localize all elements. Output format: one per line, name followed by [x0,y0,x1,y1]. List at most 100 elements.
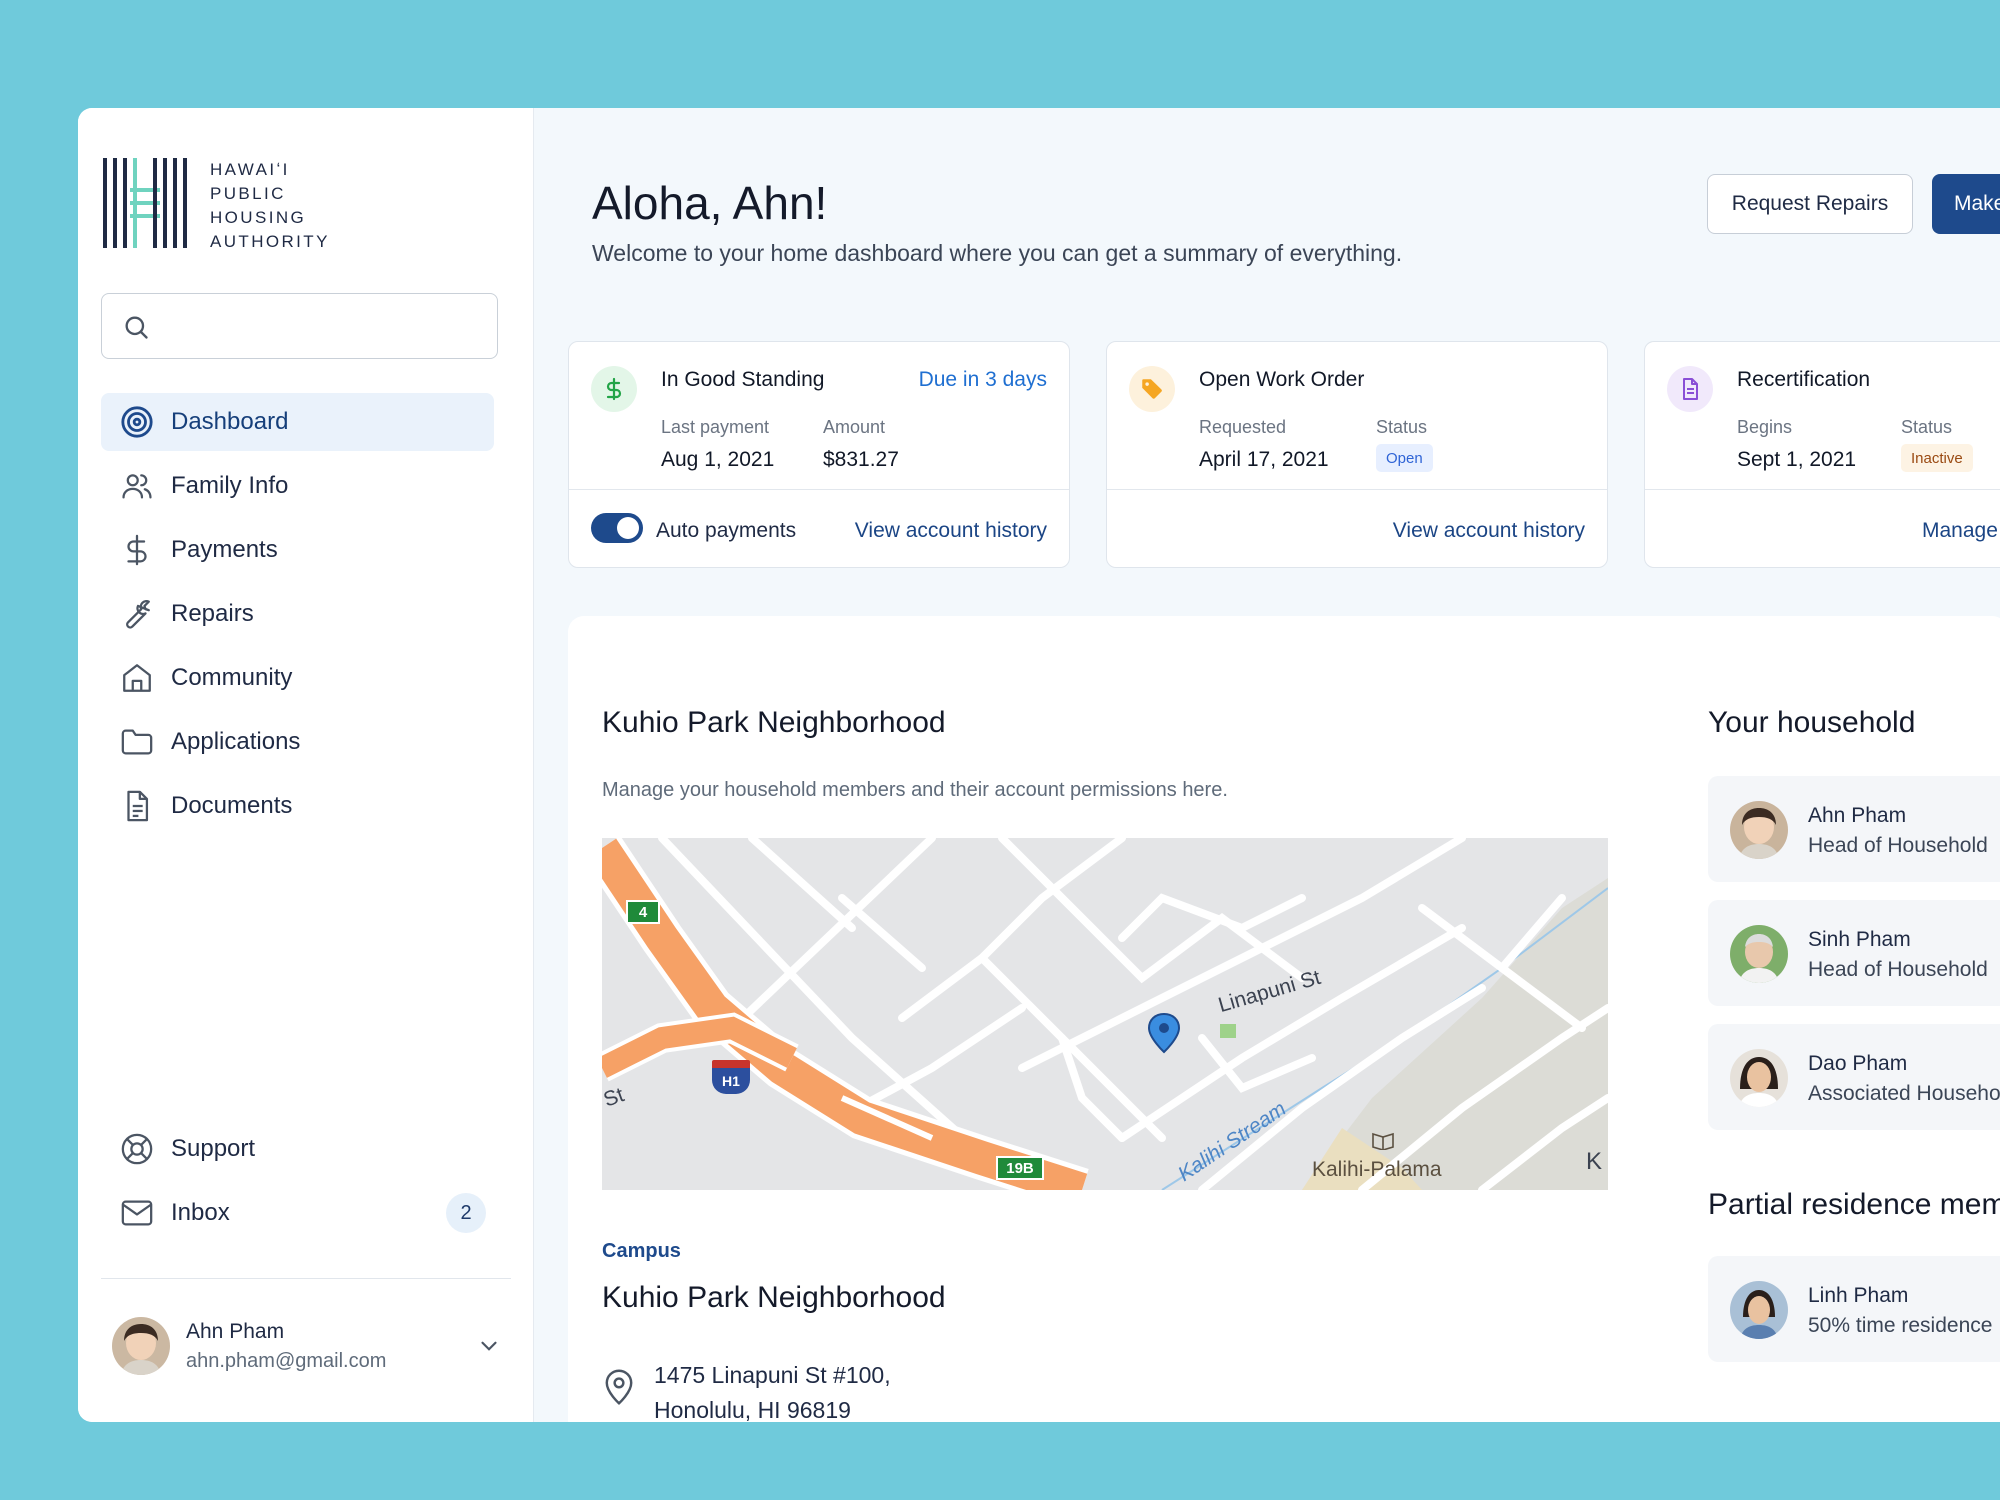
tag-icon [1129,366,1175,412]
folder-icon [119,724,155,760]
dollar-icon [119,532,155,568]
dollar-icon [591,366,637,412]
request-repairs-button[interactable]: Request Repairs [1707,174,1913,234]
campus-label: Campus [602,1240,681,1262]
neighborhood-subtitle: Manage your household members and their … [602,779,1228,801]
begins-label: Begins [1737,417,1793,437]
standing-card: In Good Standing Due in 3 days Last paym… [568,341,1070,568]
household-member-card[interactable]: Ahn Pham Head of Household [1708,776,2000,882]
sidebar-divider [101,1278,511,1279]
search-icon [125,316,148,339]
org-name: HAWAIʻI PUBLIC HOUSING AUTHORITY [210,158,330,254]
route-shield-4: 4 [626,900,660,924]
card-title: Open Work Order [1199,368,1365,391]
org-name-line: HAWAIʻI [210,160,290,179]
manage-link[interactable]: Manage [1922,519,1998,543]
work-order-card: Open Work Order Requested Status April 1… [1106,341,1608,568]
user-name: Ahn Pham [186,1319,285,1343]
inbox-count-badge: 2 [446,1193,486,1233]
sidebar-item-repairs[interactable]: Repairs [101,585,494,643]
sidebar-item-dashboard[interactable]: Dashboard [101,393,494,451]
member-avatar [1730,801,1788,859]
member-role: Associated Household Me [1808,1082,2000,1105]
status-badge: Open [1376,444,1433,472]
campus-address: 1475 Linapuni St #100, Honolulu, HI 9681… [654,1358,891,1422]
status-label: Status [1376,417,1428,437]
neighborhood-panel: Kuhio Park Neighborhood Manage your hous… [568,616,2000,1422]
member-name: Sinh Pham [1808,928,1911,951]
user-avatar [112,1317,170,1375]
sidebar-item-label: Family Info [171,472,289,499]
address-line: 1475 Linapuni St #100, [654,1362,891,1388]
sidebar-item-label: Repairs [171,600,254,627]
sidebar-item-payments[interactable]: Payments [101,521,494,579]
member-name: Dao Pham [1808,1052,1908,1075]
due-date-link[interactable]: Due in 3 days [919,368,1047,392]
target-icon [119,404,155,440]
sidebar: HAWAIʻI PUBLIC HOUSING AUTHORITY Dashboa… [78,108,534,1422]
view-account-history-link[interactable]: View account history [1393,519,1585,543]
neighborhood-map[interactable]: 4 H1 19B Linapuni St St Kalihi Stream Ka… [602,838,1608,1190]
begins-value: Sept 1, 2021 [1737,448,1857,471]
interstate-shield-h1: H1 [712,1060,750,1094]
last-payment-label: Last payment [661,417,770,437]
map-edge-label: K [1586,1148,1603,1175]
sidebar-item-label: Inbox [171,1199,230,1226]
member-avatar [1730,925,1788,983]
sidebar-item-support[interactable]: Support [101,1120,494,1178]
household-member-card[interactable]: Sinh Pham Head of Household [1708,900,2000,1006]
org-name-line: HOUSING [210,208,307,227]
household-member-card[interactable]: Dao Pham Associated Household Me [1708,1024,2000,1130]
wrench-icon [119,596,155,632]
landmark-icon [1371,1130,1395,1155]
status-badge: Inactive [1901,444,1973,472]
neighborhood-title: Kuhio Park Neighborhood [602,706,946,739]
partial-residence-title: Partial residence member [1708,1188,2000,1221]
sidebar-item-family-info[interactable]: Family Info [101,457,494,515]
lifebuoy-icon [119,1131,155,1167]
campus-name: Kuhio Park Neighborhood [602,1281,946,1314]
auto-payments-toggle[interactable] [591,513,643,543]
view-account-history-link[interactable]: View account history [855,519,1047,543]
amount-value: $831.27 [823,448,899,471]
card-summary: In Good Standing Due in 3 days Last paym… [569,342,1069,490]
partial-member-card[interactable]: Linh Pham 50% time residence [1708,1256,2000,1362]
org-name-line: AUTHORITY [210,232,330,251]
search-input[interactable] [101,293,498,359]
member-role: Head of Household [1808,834,1988,857]
hpha-logo-icon [102,158,198,248]
page-title: Aloha, Ahn! [592,177,828,229]
sidebar-item-label: Payments [171,536,278,563]
document-icon [119,788,155,824]
users-icon [119,468,155,504]
user-info: Ahn Pham ahn.pham@gmail.com [186,1320,386,1373]
sidebar-item-label: Applications [171,728,301,755]
sidebar-item-community[interactable]: Community [101,649,494,707]
card-title: In Good Standing [661,368,825,391]
org-name-line: PUBLIC [210,184,286,203]
recertification-card: Recertification Begins Status Sept 1, 20… [1644,341,2000,568]
make-payment-button[interactable]: Make [1932,174,2000,234]
main-nav: Dashboard Family Info Payments Repairs C… [101,393,494,841]
last-payment-value: Aug 1, 2021 [661,448,775,471]
member-role: Head of Household [1808,958,1988,981]
document-icon [1667,366,1713,412]
sidebar-item-documents[interactable]: Documents [101,777,494,835]
sidebar-item-label: Support [171,1135,256,1162]
requested-value: April 17, 2021 [1199,448,1329,471]
chevron-down-icon[interactable] [476,1333,502,1359]
requested-label: Requested [1199,417,1287,437]
auto-payments-label: Auto payments [656,519,797,542]
sidebar-item-applications[interactable]: Applications [101,713,494,771]
user-menu[interactable]: Ahn Pham ahn.pham@gmail.com [112,1316,502,1376]
card-summary: Recertification Begins Status Sept 1, 20… [1645,342,2000,490]
status-label: Status [1901,417,1953,437]
member-name: Ahn Pham [1808,804,1907,827]
location-pin-icon [605,1369,633,1405]
org-logo[interactable]: HAWAIʻI PUBLIC HOUSING AUTHORITY [102,158,330,254]
secondary-nav: Support Inbox 2 [101,1120,494,1248]
sidebar-item-label: Documents [171,792,293,819]
member-avatar [1730,1049,1788,1107]
area-label: Kalihi-Palama [1312,1158,1442,1181]
sidebar-item-inbox[interactable]: Inbox 2 [101,1184,494,1242]
